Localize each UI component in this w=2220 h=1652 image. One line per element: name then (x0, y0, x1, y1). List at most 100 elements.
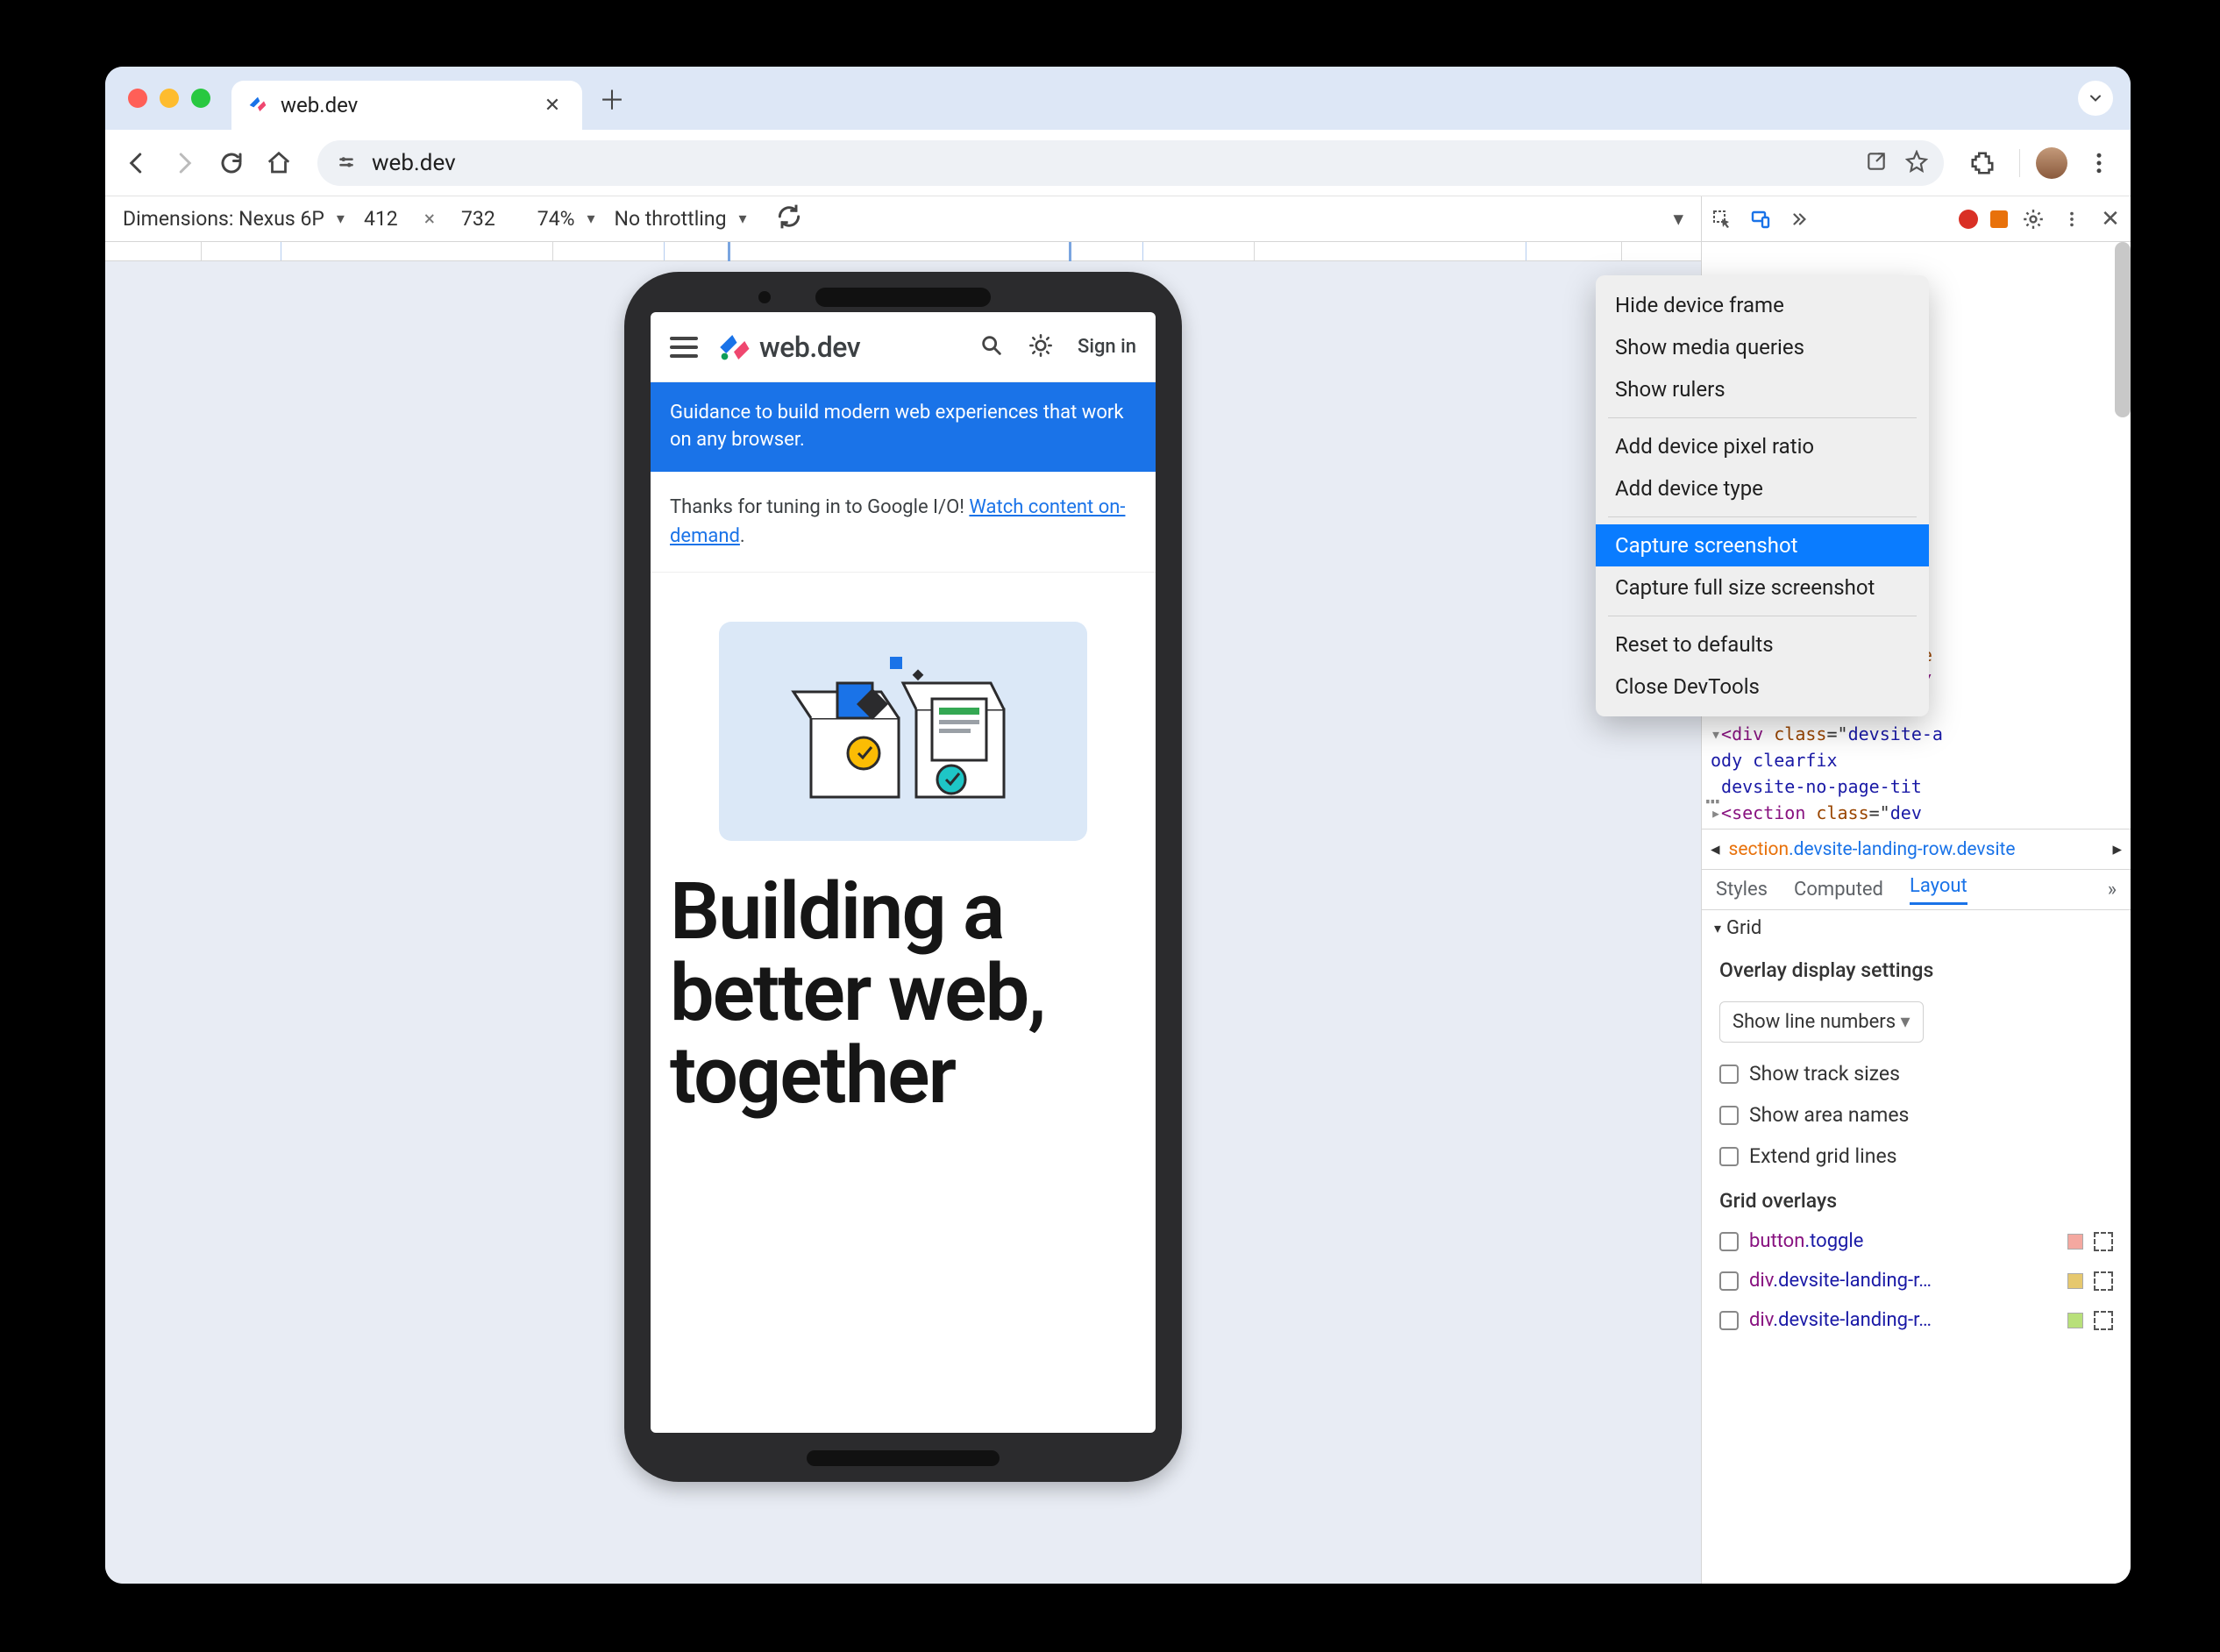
site-logo[interactable]: web.dev (715, 329, 860, 366)
highlight-icon[interactable] (2094, 1271, 2113, 1291)
divider (2019, 149, 2020, 177)
checkbox[interactable] (1719, 1147, 1739, 1166)
tab-title: web.dev (281, 93, 531, 117)
bc-right-icon[interactable]: ▸ (2112, 838, 2122, 860)
devtools-tabbar: ✕ (1702, 196, 2131, 242)
line-numbers-select[interactable]: Show line numbers (1719, 1001, 1924, 1043)
window-controls (128, 89, 210, 108)
tab-styles[interactable]: Styles (1716, 879, 1768, 901)
menu-icon[interactable] (670, 337, 698, 358)
color-swatch[interactable] (2067, 1313, 2083, 1328)
grid-section[interactable]: Grid (1702, 910, 2131, 946)
checkbox[interactable] (1719, 1106, 1739, 1125)
share-icon[interactable] (1865, 150, 1888, 176)
notice-text: Thanks for tuning in to Google I/O! (670, 496, 969, 518)
minimize-window-button[interactable] (160, 89, 179, 108)
warning-badge[interactable] (1990, 210, 2008, 228)
bookmark-icon[interactable] (1905, 150, 1928, 176)
color-swatch[interactable] (2067, 1234, 2083, 1250)
dim-x: × (424, 207, 435, 231)
device-select[interactable]: Dimensions: Nexus 6P (123, 207, 345, 231)
device-toolbar: Dimensions: Nexus 6P 412 × 732 74% No th… (105, 196, 1701, 242)
overlay-settings-label: Overlay display settings (1702, 946, 2131, 991)
highlight-icon[interactable] (2094, 1311, 2113, 1330)
context-menu-item[interactable]: Hide device frame (1596, 284, 1929, 326)
devtools-menu-icon[interactable] (2059, 206, 2085, 232)
context-menu-item[interactable]: Add device pixel ratio (1596, 425, 1929, 467)
checkbox-row[interactable]: Extend grid lines (1702, 1136, 2131, 1177)
checkbox[interactable] (1719, 1311, 1739, 1330)
checkbox[interactable] (1719, 1065, 1739, 1084)
search-icon[interactable] (979, 333, 1004, 361)
hero-illustration (719, 622, 1087, 841)
tabs-overflow-button[interactable] (2078, 81, 2113, 116)
back-button[interactable] (116, 142, 158, 184)
theme-icon[interactable] (1028, 333, 1053, 361)
forward-button[interactable] (163, 142, 205, 184)
checkbox[interactable] (1719, 1232, 1739, 1251)
tabs-overflow-icon[interactable] (1786, 206, 1812, 232)
home-button[interactable] (258, 142, 300, 184)
site-info-icon[interactable] (333, 150, 359, 176)
device-viewport: Dimensions: Nexus 6P 412 × 732 74% No th… (105, 196, 1701, 1584)
omnibox[interactable]: web.dev (317, 140, 1944, 186)
context-menu-item[interactable]: Reset to defaults (1596, 623, 1929, 666)
inspect-icon[interactable] (1709, 206, 1735, 232)
rotate-icon[interactable] (775, 203, 803, 236)
device-height[interactable]: 732 (461, 207, 495, 231)
checkbox-label: Extend grid lines (1749, 1144, 1897, 1168)
banner: Guidance to build modern web experiences… (651, 382, 1156, 472)
throttling-select[interactable]: No throttling (615, 207, 747, 231)
styles-more-icon[interactable]: » (2108, 879, 2117, 901)
checkbox-label: Show area names (1749, 1103, 1909, 1127)
reload-button[interactable] (210, 142, 253, 184)
overlay-row[interactable]: button.toggle (1702, 1221, 2131, 1261)
context-menu-item[interactable]: Capture full size screenshot (1596, 566, 1929, 609)
elements-breadcrumb[interactable]: ◂ section.devsite-landing-row.devsite ▸ (1702, 830, 2131, 870)
tab-close-icon[interactable]: ✕ (542, 95, 563, 116)
page-content[interactable]: web.dev Sign in Guidance to build modern… (651, 312, 1156, 1433)
new-tab-button[interactable]: ＋ (600, 86, 624, 110)
device-frame: web.dev Sign in Guidance to build modern… (624, 272, 1182, 1482)
highlight-icon[interactable] (2094, 1232, 2113, 1251)
site-header: web.dev Sign in (651, 312, 1156, 382)
tab-computed[interactable]: Computed (1794, 879, 1883, 901)
bc-left-icon[interactable]: ◂ (1711, 838, 1720, 860)
browser-window: web.dev ✕ ＋ web.dev (105, 67, 2131, 1584)
ruler-horizontal (105, 242, 1701, 261)
settings-icon[interactable] (2020, 206, 2046, 232)
fullscreen-window-button[interactable] (191, 89, 210, 108)
browser-tab[interactable]: web.dev ✕ (231, 81, 582, 130)
bc-class: .devsite-landing-row.devsite (1789, 839, 2015, 860)
bc-element: section (1729, 839, 1790, 860)
close-window-button[interactable] (128, 89, 147, 108)
grid-overlays-label: Grid overlays (1702, 1177, 2131, 1221)
checkbox[interactable] (1719, 1271, 1739, 1291)
device-width[interactable]: 412 (364, 207, 398, 231)
tab-favicon (245, 93, 270, 117)
scrollbar[interactable] (2115, 242, 2131, 417)
device-mode-icon[interactable] (1747, 206, 1774, 232)
sign-in-link[interactable]: Sign in (1078, 336, 1136, 358)
tab-layout[interactable]: Layout (1910, 875, 1967, 905)
overlay-row[interactable]: div.devsite-landing-r… (1702, 1261, 2131, 1300)
extensions-icon[interactable] (1961, 142, 2003, 184)
url-text: web.dev (372, 150, 1853, 176)
profile-avatar[interactable] (2036, 147, 2067, 179)
device-toolbar-more[interactable]: ▾ (1673, 207, 1683, 231)
context-menu-item[interactable]: Show rulers (1596, 368, 1929, 410)
context-menu-item[interactable]: Close DevTools (1596, 666, 1929, 708)
color-swatch[interactable] (2067, 1273, 2083, 1289)
checkbox-row[interactable]: Show track sizes (1702, 1053, 2131, 1094)
tab-strip: web.dev ✕ ＋ (105, 67, 2131, 130)
overlay-row[interactable]: div.devsite-landing-r… (1702, 1300, 2131, 1340)
context-menu-item[interactable]: Show media queries (1596, 326, 1929, 368)
error-badge[interactable] (1959, 210, 1978, 229)
browser-menu-icon[interactable] (2078, 142, 2120, 184)
context-menu-item[interactable]: Capture screenshot (1596, 524, 1929, 566)
zoom-select[interactable]: 74% (537, 207, 595, 231)
close-devtools-icon[interactable]: ✕ (2097, 206, 2124, 232)
device-toolbar-context-menu: Hide device frameShow media queriesShow … (1596, 275, 1929, 716)
context-menu-item[interactable]: Add device type (1596, 467, 1929, 509)
checkbox-row[interactable]: Show area names (1702, 1094, 2131, 1136)
